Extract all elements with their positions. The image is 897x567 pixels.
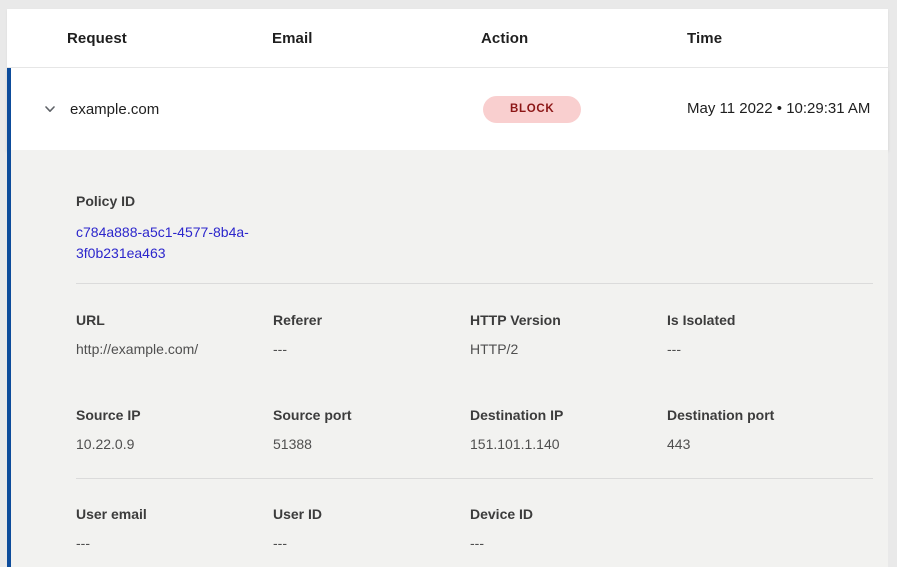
field-url: URL http://example.com/ xyxy=(76,312,273,357)
field-user-email: User email --- xyxy=(76,506,273,551)
field-label: Source IP xyxy=(76,407,273,423)
action-block-badge: BLOCK xyxy=(483,96,581,123)
detail-fields-row-2: Source IP 10.22.0.9 Source port 51388 De… xyxy=(76,407,888,452)
log-detail-page: Request Email Action Time example.com BL… xyxy=(0,0,897,567)
field-is-isolated: Is Isolated --- xyxy=(667,312,864,357)
section-divider xyxy=(76,283,873,284)
policy-id-label: Policy ID xyxy=(76,193,888,209)
field-value: --- xyxy=(273,535,470,551)
field-destination-port: Destination port 443 xyxy=(667,407,864,452)
field-device-id: Device ID --- xyxy=(470,506,667,551)
field-referer: Referer --- xyxy=(273,312,470,357)
field-label: User ID xyxy=(273,506,470,522)
field-label: URL xyxy=(76,312,273,328)
field-source-ip: Source IP 10.22.0.9 xyxy=(76,407,273,452)
column-header-time: Time xyxy=(687,30,888,47)
column-header-action: Action xyxy=(481,30,687,47)
field-value: --- xyxy=(470,535,667,551)
row-detail-panel: Policy ID c784a888-a5c1-4577-8b4a-3f0b23… xyxy=(7,150,888,567)
table-row[interactable]: example.com BLOCK May 11 2022 • 10:29:31… xyxy=(7,68,888,150)
field-value: --- xyxy=(76,535,273,551)
detail-fields-row-1: URL http://example.com/ Referer --- HTTP… xyxy=(76,312,888,357)
chevron-down-icon[interactable] xyxy=(42,101,58,117)
field-label: Destination IP xyxy=(470,407,667,423)
column-header-request: Request xyxy=(7,30,272,47)
row-time-value: May 11 2022 • 10:29:31 AM xyxy=(687,97,888,121)
section-divider xyxy=(76,478,873,479)
field-label: User email xyxy=(76,506,273,522)
field-value: --- xyxy=(273,341,470,357)
field-value: 151.101.1.140 xyxy=(470,436,667,452)
field-user-id: User ID --- xyxy=(273,506,470,551)
field-destination-ip: Destination IP 151.101.1.140 xyxy=(470,407,667,452)
field-http-version: HTTP Version HTTP/2 xyxy=(470,312,667,357)
row-request-value: example.com xyxy=(70,101,159,118)
field-label: Referer xyxy=(273,312,470,328)
row-request-cell: example.com xyxy=(11,101,272,118)
field-label: HTTP Version xyxy=(470,312,667,328)
column-header-email: Email xyxy=(272,30,481,47)
policy-id-link[interactable]: c784a888-a5c1-4577-8b4a-3f0b231ea463 xyxy=(76,222,276,264)
field-value: --- xyxy=(667,341,864,357)
field-value: http://example.com/ xyxy=(76,341,273,357)
field-value: 10.22.0.9 xyxy=(76,436,273,452)
field-source-port: Source port 51388 xyxy=(273,407,470,452)
table-header-row: Request Email Action Time xyxy=(7,9,888,68)
field-value: 443 xyxy=(667,436,864,452)
field-label: Destination port xyxy=(667,407,864,423)
field-value: HTTP/2 xyxy=(470,341,667,357)
field-value: 51388 xyxy=(273,436,470,452)
field-label: Source port xyxy=(273,407,470,423)
row-action-cell: BLOCK xyxy=(481,96,687,123)
field-label: Device ID xyxy=(470,506,667,522)
field-label: Is Isolated xyxy=(667,312,864,328)
detail-fields-row-3: User email --- User ID --- Device ID --- xyxy=(76,506,888,551)
